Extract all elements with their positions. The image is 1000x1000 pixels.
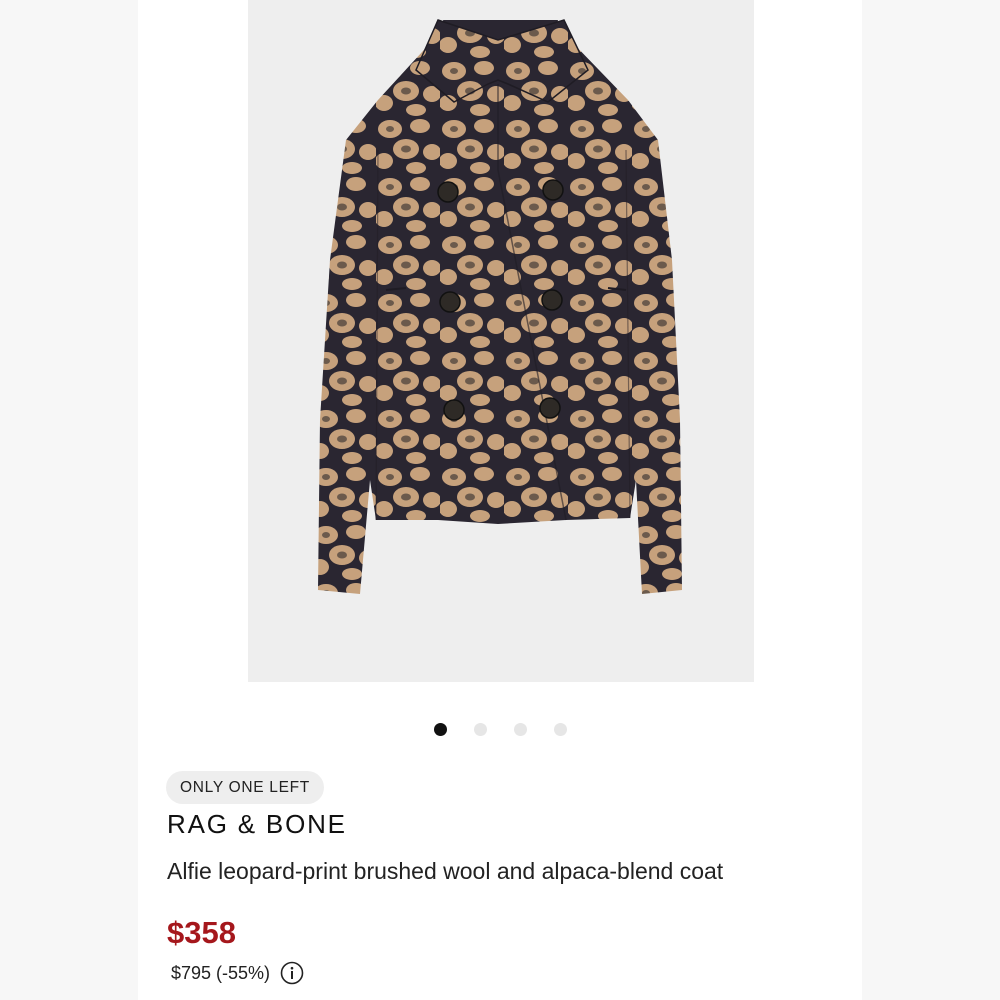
sale-price: $358 [167,915,236,950]
image-carousel-dots [138,722,862,736]
product-image[interactable] [248,0,754,682]
product-panel: ONLY ONE LEFT RAG & BONE Alfie leopard-p… [138,0,862,1000]
brand-name[interactable]: RAG & BONE [167,809,347,840]
product-title: Alfie leopard-print brushed wool and alp… [167,858,724,884]
info-icon[interactable] [280,961,304,985]
carousel-dot[interactable] [553,722,567,736]
original-price-row: $795 (-55%) [171,958,304,988]
coat-illustration [318,19,682,594]
carousel-dot[interactable] [513,722,527,736]
carousel-dot[interactable] [433,722,447,736]
carousel-dot[interactable] [473,722,487,736]
product-page: ONLY ONE LEFT RAG & BONE Alfie leopard-p… [0,0,1000,1000]
original-price: $795 (-55%) [171,962,271,983]
stock-badge: ONLY ONE LEFT [166,771,324,804]
